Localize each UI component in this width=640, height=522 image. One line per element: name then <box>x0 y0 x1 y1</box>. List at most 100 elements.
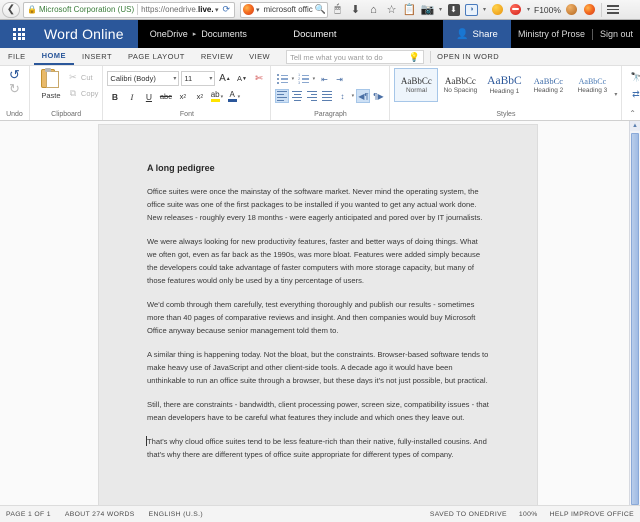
profile-icon[interactable] <box>563 1 580 19</box>
search-engine-caret-icon[interactable]: ▾ <box>254 6 262 14</box>
strikethrough-button[interactable]: abc <box>158 89 173 104</box>
tell-me-search-input[interactable]: Tell me what you want to do 💡 <box>286 50 425 64</box>
search-input[interactable]: microsoft offic <box>264 5 315 14</box>
numbered-list-icon[interactable]: 123 <box>296 72 310 86</box>
document-page[interactable]: A long pedigree Office suites were once … <box>98 124 538 505</box>
copy-button[interactable]: ⧉ Copy <box>68 88 99 99</box>
camera-caret-icon[interactable]: ▾ <box>437 6 444 13</box>
style-label: Heading 1 <box>489 88 520 95</box>
replace-button[interactable]: ⇄ Replace <box>630 89 640 100</box>
camera-icon[interactable]: 📷 <box>419 1 436 19</box>
bullets-caret-icon[interactable]: ▾ <box>290 76 295 82</box>
zoom-level-label[interactable]: F100% <box>533 5 562 15</box>
browser-search-box[interactable]: ▾ microsoft offic 🔍 <box>240 1 328 18</box>
reload-icon[interactable]: ⟳ <box>220 4 232 15</box>
zoom-level[interactable]: 100% <box>519 511 538 518</box>
app-launcher-icon[interactable] <box>0 20 38 48</box>
pointer-select-icon[interactable]: 🖱 <box>329 1 346 19</box>
back-arrow-icon[interactable]: ❮ <box>2 1 20 18</box>
breadcrumb-root[interactable]: OneDrive <box>150 29 188 39</box>
undo-arrow-icon[interactable]: ↺ <box>9 68 20 81</box>
tab-review[interactable]: REVIEW <box>193 48 241 65</box>
grow-font-button[interactable]: A ▲ <box>217 71 232 86</box>
adblock-caret-icon[interactable]: ▾ <box>525 6 532 13</box>
font-color-icon[interactable]: A ▾ <box>226 89 241 104</box>
style-sample: AaBbC <box>487 75 522 87</box>
style-heading-2[interactable]: AaBbCc Heading 2 <box>526 68 570 102</box>
tab-file[interactable]: FILE <box>0 48 34 65</box>
align-right-icon[interactable] <box>305 89 319 103</box>
styles-more-caret-icon[interactable]: ▾ <box>614 68 617 102</box>
paste-button[interactable]: Paste <box>34 68 68 100</box>
page-info[interactable]: PAGE 1 OF 1 <box>6 511 51 518</box>
magnifier-icon[interactable]: 🔍 <box>315 4 326 15</box>
collapse-ribbon-icon[interactable]: ⌃ <box>629 109 636 118</box>
font-size-select[interactable]: 11 ▾ <box>181 71 216 86</box>
reading-list-icon[interactable]: ◑ <box>463 1 480 19</box>
italic-button[interactable]: I <box>124 89 139 104</box>
account-name[interactable]: Ministry of Prose <box>518 29 585 39</box>
clipboard-group-label: Clipboard <box>51 111 82 118</box>
tab-page-layout[interactable]: PAGE LAYOUT <box>120 48 193 65</box>
binoculars-find-icon: 🔭 <box>630 72 640 82</box>
document-title[interactable]: Document <box>293 29 336 40</box>
share-button[interactable]: 👤 Share <box>442 20 511 48</box>
justify-icon[interactable] <box>320 89 334 103</box>
style-no-spacing[interactable]: AaBbCc No Spacing <box>438 68 482 102</box>
decrease-indent-icon[interactable]: ⇤ <box>317 72 331 86</box>
font-row-top: Calibri (Body) ▾ 11 ▾ A ▲ A ▼ ✄ <box>107 71 266 86</box>
clear-formatting-icon[interactable]: ✄ <box>251 71 266 86</box>
scroll-up-arrow-icon[interactable]: ▲ <box>630 121 640 131</box>
font-family-select[interactable]: Calibri (Body) ▾ <box>107 71 180 86</box>
line-spacing-caret-icon[interactable]: ▾ <box>350 93 355 99</box>
sign-out-link[interactable]: Sign out <box>600 29 633 39</box>
increase-indent-icon[interactable]: ⇥ <box>332 72 346 86</box>
document-paragraph: We were always looking for new productiv… <box>147 237 481 285</box>
numbering-caret-icon[interactable]: ▾ <box>311 76 316 82</box>
style-label: No Spacing <box>443 87 478 94</box>
align-center-icon[interactable] <box>290 89 304 103</box>
hamburger-menu-icon[interactable] <box>605 1 622 19</box>
cut-button[interactable]: ✂ Cut <box>68 72 99 83</box>
download-arrow-icon[interactable]: ⬇ <box>347 1 364 19</box>
browser-toolbar: ❮ 🔒 Microsoft Corporation (US) https://o… <box>0 0 640 20</box>
help-improve-office-link[interactable]: HELP IMPROVE OFFICE <box>550 511 634 518</box>
scrollbar-thumb[interactable] <box>631 133 639 505</box>
bold-button[interactable]: B <box>107 89 122 104</box>
underline-button[interactable]: U <box>141 89 156 104</box>
firefox-icon[interactable] <box>581 1 598 19</box>
bulleted-list-icon[interactable] <box>275 72 289 86</box>
language-label[interactable]: ENGLISH (U.S.) <box>149 511 203 518</box>
coin-icon[interactable] <box>489 1 506 19</box>
style-heading-3[interactable]: AaBbCc Heading 3 <box>570 68 614 102</box>
word-count[interactable]: ABOUT 274 WORDS <box>65 511 135 518</box>
reading-list-caret-icon[interactable]: ▾ <box>481 6 488 13</box>
vertical-scrollbar[interactable]: ▲ <box>629 121 640 505</box>
superscript-button[interactable]: x2 <box>192 89 207 104</box>
find-button[interactable]: 🔭 Find <box>630 72 640 83</box>
style-heading-1[interactable]: AaBbC Heading 1 <box>482 68 526 102</box>
redo-arrow-icon[interactable]: ↻ <box>9 82 20 95</box>
tab-view[interactable]: VIEW <box>241 48 278 65</box>
right-to-left-icon[interactable]: ¶▶ <box>371 89 385 103</box>
left-to-right-icon[interactable]: ◀¶ <box>356 89 371 103</box>
text-highlight-icon[interactable]: ab ▾ <box>209 89 224 104</box>
save-page-icon[interactable]: ⬇ <box>445 1 462 19</box>
home-icon[interactable]: ⌂ <box>365 1 382 19</box>
document-paragraph-with-caret: That's why cloud office suites tend to b… <box>145 435 489 461</box>
style-normal[interactable]: AaBbCc Normal <box>394 68 439 102</box>
tab-insert[interactable]: INSERT <box>74 48 120 65</box>
tab-home[interactable]: HOME <box>33 48 74 65</box>
adblock-icon[interactable] <box>507 1 524 19</box>
align-left-icon[interactable] <box>275 89 290 103</box>
shrink-font-button[interactable]: A ▼ <box>234 71 249 86</box>
open-in-word-button[interactable]: OPEN IN WORD <box>437 48 499 65</box>
tell-me-placeholder: Tell me what you want to do <box>290 52 383 62</box>
star-bookmark-icon[interactable]: ☆ <box>383 1 400 19</box>
line-spacing-icon[interactable]: ↕ <box>335 89 349 103</box>
clipboard-icon[interactable]: 📋 <box>401 1 418 19</box>
breadcrumb-current[interactable]: Documents <box>201 29 247 39</box>
subscript-button[interactable]: x2 <box>175 89 190 104</box>
url-dropdown-caret-icon[interactable]: ▾ <box>213 6 221 14</box>
address-bar[interactable]: 🔒 Microsoft Corporation (US) https://one… <box>23 1 235 18</box>
